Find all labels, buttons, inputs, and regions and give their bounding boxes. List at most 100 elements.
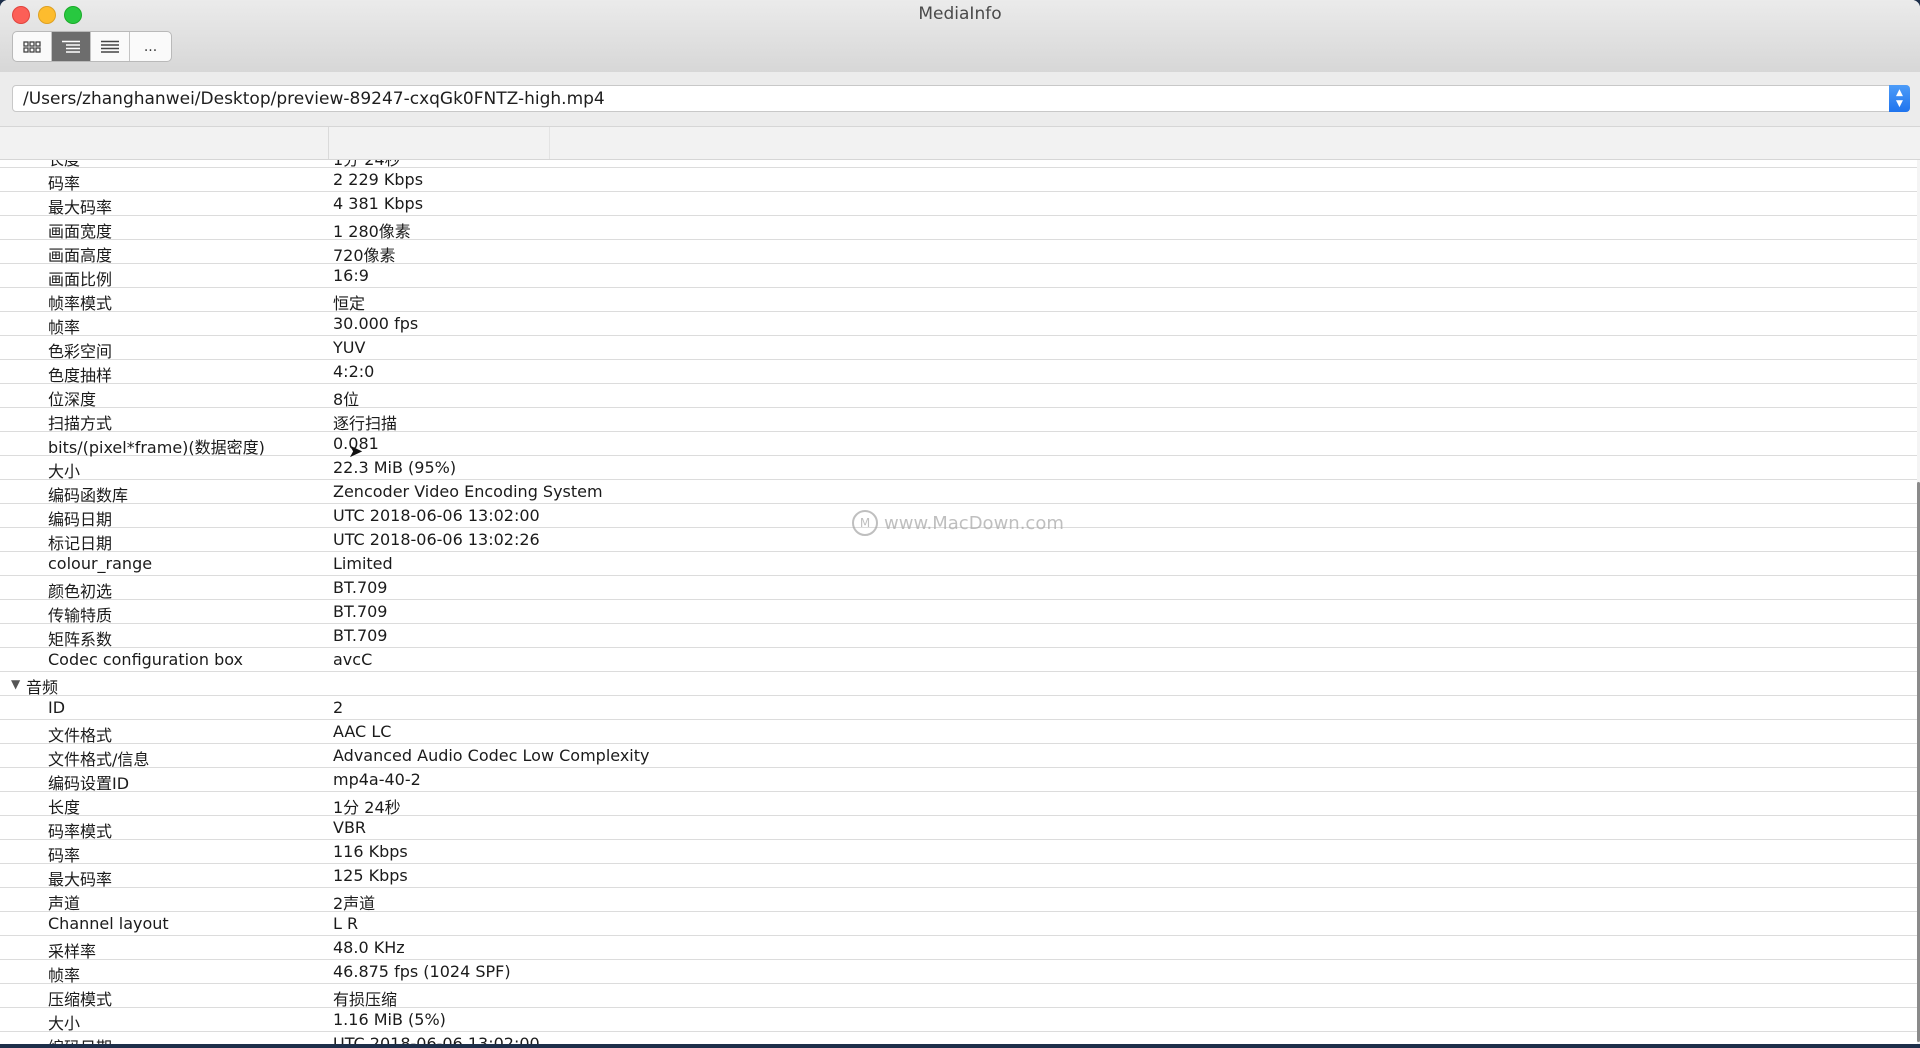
- row-key: 码率: [48, 846, 81, 865]
- table-row[interactable]: 最大码率 4 381 Kbps: [0, 192, 1918, 217]
- row-key: 矩阵系数: [48, 630, 113, 649]
- row-key: 大小: [48, 1014, 81, 1033]
- row-key: 编码设置ID: [48, 774, 130, 793]
- row-value: YUV: [333, 338, 366, 357]
- table-row[interactable]: 压缩模式 有损压缩: [0, 984, 1918, 1009]
- text-view-button[interactable]: [91, 32, 130, 61]
- table-row[interactable]: 帧率 46.875 fps (1024 SPF): [0, 960, 1918, 985]
- watermark: M www.MacDown.com: [852, 510, 1064, 536]
- table-row[interactable]: 最大码率 125 Kbps: [0, 864, 1918, 889]
- row-key: 位深度: [48, 390, 97, 409]
- table-row[interactable]: bits/(pixel*frame)(数据密度) 0.081: [0, 432, 1918, 457]
- row-value: 46.875 fps (1024 SPF): [333, 962, 511, 981]
- row-key: 音频: [26, 678, 59, 697]
- row-key: 标记日期: [48, 534, 113, 553]
- info-table: 长度1分 24秒码率2 229 Kbps最大码率4 381 Kbps画面宽度1 …: [0, 160, 1918, 1044]
- table-row[interactable]: ID 2: [0, 696, 1918, 720]
- info-rows: 长度1分 24秒码率2 229 Kbps最大码率4 381 Kbps画面宽度1 …: [0, 160, 1918, 1044]
- row-value: Advanced Audio Codec Low Complexity: [333, 746, 650, 765]
- column-header-value[interactable]: [329, 127, 550, 159]
- column-header-name[interactable]: [0, 127, 329, 159]
- row-key: 文件格式/信息: [48, 750, 150, 769]
- table-row[interactable]: 扫描方式 逐行扫描: [0, 408, 1918, 433]
- table-row[interactable]: 码率 2 229 Kbps: [0, 168, 1918, 193]
- row-key: 帧率: [48, 318, 81, 337]
- row-key: 颜色初选: [48, 582, 113, 601]
- section-row[interactable]: ▼ 音频: [0, 672, 1918, 697]
- row-key: 编码日期: [48, 510, 113, 529]
- basic-view-button[interactable]: [13, 32, 52, 61]
- row-value: Limited: [333, 554, 393, 573]
- row-key: ID: [48, 698, 66, 717]
- watermark-logo-icon: M: [852, 510, 878, 536]
- row-key: 采样率: [48, 942, 97, 961]
- table-row[interactable]: 色度抽样 4:2:0: [0, 360, 1918, 385]
- table-row[interactable]: Codec configuration box avcC: [0, 648, 1918, 672]
- table-row[interactable]: 帧率模式 恒定: [0, 288, 1918, 313]
- row-value: 2: [333, 698, 344, 717]
- disclosure-triangle-icon[interactable]: ▼: [11, 677, 20, 691]
- table-row[interactable]: 传输特质 BT.709: [0, 600, 1918, 625]
- row-value: UTC 2018-06-06 13:02:26: [333, 530, 540, 549]
- table-row[interactable]: 颜色初选 BT.709: [0, 576, 1918, 601]
- row-value: 125 Kbps: [333, 866, 408, 885]
- table-row[interactable]: 画面比例 16:9: [0, 264, 1918, 289]
- table-row[interactable]: 编码设置ID mp4a-40-2: [0, 768, 1918, 793]
- row-key: 编码日期: [48, 1034, 112, 1044]
- row-value: 4 381 Kbps: [333, 194, 424, 213]
- table-row[interactable]: colour_range Limited: [0, 552, 1918, 576]
- file-path-value: /Users/zhanghanwei/Desktop/preview-89247…: [23, 89, 605, 109]
- row-value: L R: [333, 914, 359, 933]
- file-path-select[interactable]: /Users/zhanghanwei/Desktop/preview-89247…: [12, 85, 1910, 112]
- row-value: 1 280像素: [333, 222, 411, 241]
- file-path-bar: /Users/zhanghanwei/Desktop/preview-89247…: [0, 72, 1920, 126]
- table-row[interactable]: 矩阵系数 BT.709: [0, 624, 1918, 649]
- row-key: 画面宽度: [48, 222, 113, 241]
- row-value: 逐行扫描: [333, 414, 398, 433]
- table-row[interactable]: 采样率 48.0 KHz: [0, 936, 1918, 961]
- row-key: 最大码率: [48, 870, 113, 889]
- chevron-updown-icon[interactable]: ▲ ▼: [1889, 85, 1910, 112]
- table-row[interactable]: 编码函数库 Zencoder Video Encoding System: [0, 480, 1918, 505]
- row-key: 色度抽样: [48, 366, 113, 385]
- row-value: 8位: [333, 390, 360, 409]
- grid-icon: [23, 40, 41, 53]
- column-header: [0, 126, 1920, 160]
- row-value: mp4a-40-2: [333, 770, 421, 789]
- table-row[interactable]: 码率模式 VBR: [0, 816, 1918, 841]
- table-row[interactable]: 画面高度 720像素: [0, 240, 1918, 265]
- table-row[interactable]: 色彩空间 YUV: [0, 336, 1918, 361]
- row-value: Zencoder Video Encoding System: [333, 482, 603, 501]
- row-value: 720像素: [333, 246, 396, 265]
- table-row[interactable]: 大小 1.16 MiB (5%): [0, 1008, 1918, 1033]
- row-value: BT.709: [333, 602, 388, 621]
- row-value: 恒定: [333, 294, 366, 313]
- row-value: BT.709: [333, 626, 388, 645]
- table-row[interactable]: 码率 116 Kbps: [0, 840, 1918, 865]
- table-row[interactable]: 帧率 30.000 fps: [0, 312, 1918, 337]
- table-row[interactable]: 画面宽度 1 280像素: [0, 216, 1918, 241]
- row-key: 长度: [48, 798, 81, 817]
- row-key: 文件格式: [48, 726, 113, 745]
- row-value: 30.000 fps: [333, 314, 419, 333]
- sheet-view-button[interactable]: [52, 32, 91, 61]
- table-row[interactable]: 文件格式 AAC LC: [0, 720, 1918, 745]
- table-row[interactable]: 文件格式/信息 Advanced Audio Codec Low Complexi…: [0, 744, 1918, 769]
- table-row[interactable]: 编码日期 UTC 2018-06-06 13:02:00: [0, 1032, 1918, 1044]
- row-value: VBR: [333, 818, 367, 837]
- table-row[interactable]: 长度1分 24秒: [0, 792, 1918, 817]
- title-bar: MediaInfo ...: [0, 0, 1920, 73]
- row-key: 帧率模式: [48, 294, 113, 313]
- row-key: 画面高度: [48, 246, 113, 265]
- tree-list-icon: [62, 40, 80, 53]
- table-row[interactable]: 长度1分 24秒: [0, 160, 1918, 169]
- table-row[interactable]: 声道 2声道: [0, 888, 1918, 913]
- row-value: 1.16 MiB (5%): [333, 1010, 446, 1029]
- more-views-button[interactable]: ...: [130, 32, 171, 61]
- table-row[interactable]: 大小 22.3 MiB (95%): [0, 456, 1918, 481]
- table-row[interactable]: 位深度 8位: [0, 384, 1918, 409]
- table-row[interactable]: Channel layout L R: [0, 912, 1918, 936]
- row-key: 传输特质: [48, 606, 113, 625]
- row-value: UTC 2018-06-06 13:02:00: [333, 506, 540, 525]
- lines-icon: [101, 40, 119, 53]
